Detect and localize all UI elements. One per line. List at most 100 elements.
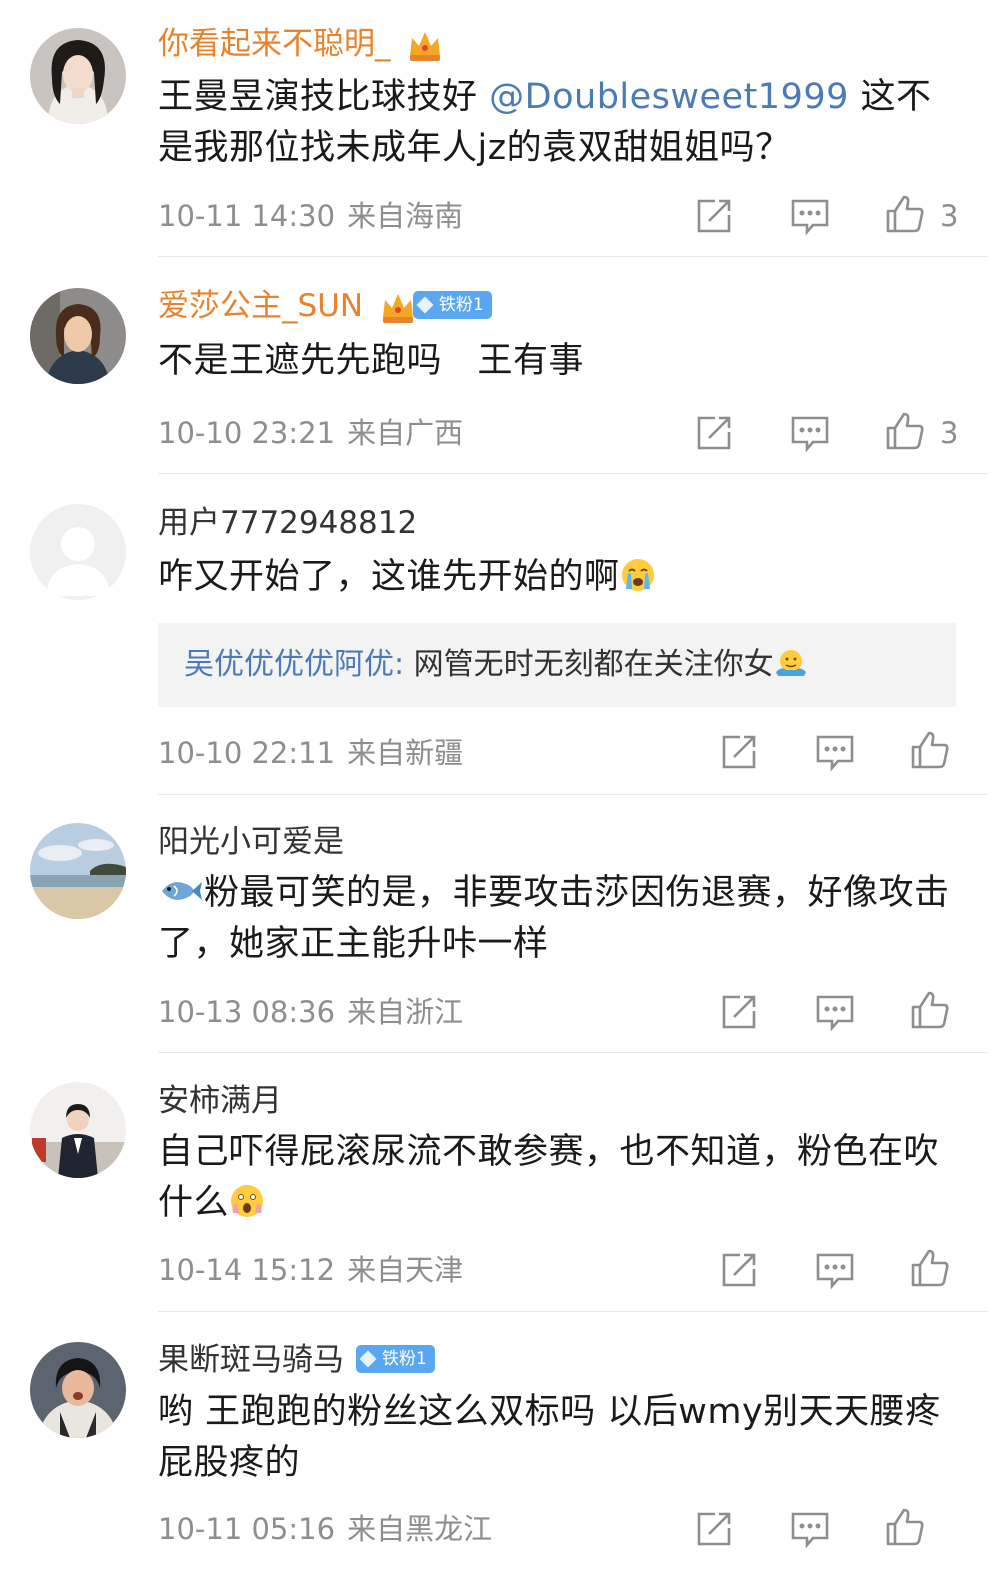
- crown-icon: [382, 293, 413, 323]
- thumbs-up-icon: [886, 195, 924, 233]
- location: 来自海南: [347, 199, 464, 233]
- timestamp: 10-10 22:11: [158, 736, 336, 770]
- share-button[interactable]: [718, 1249, 760, 1291]
- comment-text: 不是王遮先先跑吗 王有事: [158, 341, 585, 381]
- like-button[interactable]: [909, 729, 951, 771]
- share-button[interactable]: [718, 991, 760, 1033]
- location: 来自广西: [347, 416, 464, 450]
- timestamp: 10-11 14:30: [158, 199, 336, 233]
- comment-text-part: 王曼昱演技比球技好: [158, 77, 490, 117]
- share-button[interactable]: [718, 731, 760, 773]
- avatar[interactable]: [30, 504, 126, 600]
- diamond-icon: [416, 296, 434, 313]
- fan-badge: 铁粉1: [412, 290, 492, 319]
- avatar[interactable]: [30, 1342, 126, 1438]
- location: 来自天津: [347, 1253, 464, 1287]
- timestamp: 10-13 08:36: [158, 995, 336, 1029]
- like-button[interactable]: [884, 1506, 926, 1548]
- crying-face-icon: [621, 559, 654, 591]
- share-button[interactable]: [693, 1508, 735, 1550]
- username[interactable]: 果断斑马骑马 铁粉1: [158, 1340, 435, 1380]
- comment-icon: [791, 1512, 829, 1549]
- comment-text-part: 粉最可笑的是，非要攻击莎因伤退赛，好像攻击了，她家正主能升咔一样: [158, 873, 950, 964]
- avatar[interactable]: [30, 28, 126, 124]
- like-button[interactable]: [909, 1247, 951, 1289]
- divider: [158, 473, 988, 474]
- comment-icon: [816, 735, 854, 772]
- reply-line: 吴优优优优阿优: 网管无时无刻都在关注你女: [184, 645, 808, 685]
- comment-button[interactable]: [789, 412, 831, 454]
- badge-label: 铁粉1: [438, 294, 484, 315]
- comment-button[interactable]: [814, 1249, 856, 1291]
- comment-button[interactable]: [789, 1508, 831, 1550]
- like-button[interactable]: [884, 193, 926, 235]
- default-avatar-icon: [30, 504, 126, 600]
- divider: [158, 1052, 988, 1053]
- reply-text: 网管无时无刻都在关注你女: [404, 647, 774, 682]
- location: 来自新疆: [347, 736, 464, 770]
- reply-preview[interactable]: 吴优优优优阿优: 网管无时无刻都在关注你女: [158, 623, 956, 707]
- comment-icon: [816, 1253, 854, 1290]
- comment-meta: 10-11 14:30 来自海南: [158, 198, 475, 234]
- scared-face-icon: [231, 1185, 264, 1217]
- username[interactable]: 安柿满月: [158, 1081, 282, 1121]
- fish-icon: [162, 882, 202, 900]
- comment-button[interactable]: [789, 195, 831, 237]
- fan-badge: 铁粉1: [356, 1344, 435, 1373]
- share-button[interactable]: [693, 412, 735, 454]
- like-button[interactable]: [884, 410, 926, 452]
- comment-text: 咋又开始了，这谁先开始的啊: [158, 552, 958, 603]
- username-text[interactable]: 爱莎公主_SUN: [158, 288, 363, 324]
- share-icon: [722, 1253, 756, 1287]
- comment-text: 粉最可笑的是，非要攻击莎因伤退赛，好像攻击了，她家正主能升咔一样: [158, 868, 958, 970]
- like-button[interactable]: [909, 989, 951, 1031]
- comment-text-part: 自己吓得屁滚尿流不敢参赛，也不知道，粉色在吹什么: [158, 1132, 940, 1223]
- username[interactable]: 你看起来不聪明_: [158, 24, 444, 64]
- username[interactable]: 阳光小可爱是: [158, 822, 344, 862]
- comment-text: 哟 王跑跑的粉丝这么双标吗 以后wmy别天天腰疼 屁股疼的: [158, 1392, 941, 1483]
- comment-meta: 10-10 23:21 来自广西: [158, 415, 475, 451]
- comment-meta: 10-11 05:16 来自黑龙江: [158, 1511, 504, 1547]
- share-icon: [722, 735, 756, 769]
- username-text[interactable]: 果断斑马骑马: [158, 1342, 344, 1378]
- share-button[interactable]: [693, 195, 735, 237]
- badge-label: 铁粉1: [382, 1348, 427, 1369]
- comment-text-part: 咋又开始了，这谁先开始的啊: [158, 557, 620, 597]
- comment-text: 自己吓得屁滚尿流不敢参赛，也不知道，粉色在吹什么: [158, 1127, 958, 1229]
- share-icon: [697, 416, 731, 450]
- like-count: 3: [940, 199, 959, 233]
- location: 来自浙江: [347, 995, 464, 1029]
- timestamp: 10-11 05:16: [158, 1512, 336, 1546]
- comment-icon: [816, 995, 854, 1032]
- timestamp: 10-14 15:12: [158, 1253, 336, 1287]
- avatar[interactable]: [30, 1082, 126, 1178]
- thumbs-up-icon: [911, 991, 949, 1029]
- comment-text: 王曼昱演技比球技好 @Doublesweet1999 这不是我那位找未成年人jz…: [158, 72, 958, 174]
- timestamp: 10-10 23:21: [158, 416, 336, 450]
- thumbs-up-icon: [911, 1249, 949, 1287]
- location: 来自黑龙江: [347, 1512, 493, 1546]
- comment-meta: 10-14 15:12 来自天津: [158, 1252, 475, 1288]
- comment-meta: 10-13 08:36 来自浙江: [158, 994, 475, 1030]
- share-icon: [697, 1512, 731, 1546]
- diamond-icon: [359, 1350, 377, 1367]
- share-icon: [697, 199, 731, 233]
- username-text[interactable]: 你看起来不聪明_: [158, 26, 391, 62]
- username[interactable]: 用户7772948812: [158, 503, 417, 543]
- reply-username[interactable]: 吴优优优优阿优:: [184, 647, 404, 682]
- comment-button[interactable]: [814, 991, 856, 1033]
- crown-icon: [410, 31, 441, 61]
- thumbs-up-icon: [886, 412, 924, 450]
- comment-meta: 10-10 22:11 来自新疆: [158, 735, 475, 771]
- comment-button[interactable]: [814, 731, 856, 773]
- comment-icon: [791, 199, 829, 236]
- username[interactable]: 爱莎公主_SUN 铁粉1: [158, 286, 492, 326]
- divider: [158, 1311, 988, 1312]
- thumbs-up-icon: [886, 1508, 924, 1546]
- mention-link[interactable]: @Doublesweet1999: [489, 77, 849, 117]
- divider: [158, 794, 988, 795]
- avatar[interactable]: [30, 288, 126, 384]
- avatar[interactable]: [30, 823, 126, 919]
- comment-icon: [791, 416, 829, 453]
- shrug-emoji-icon: [775, 649, 806, 676]
